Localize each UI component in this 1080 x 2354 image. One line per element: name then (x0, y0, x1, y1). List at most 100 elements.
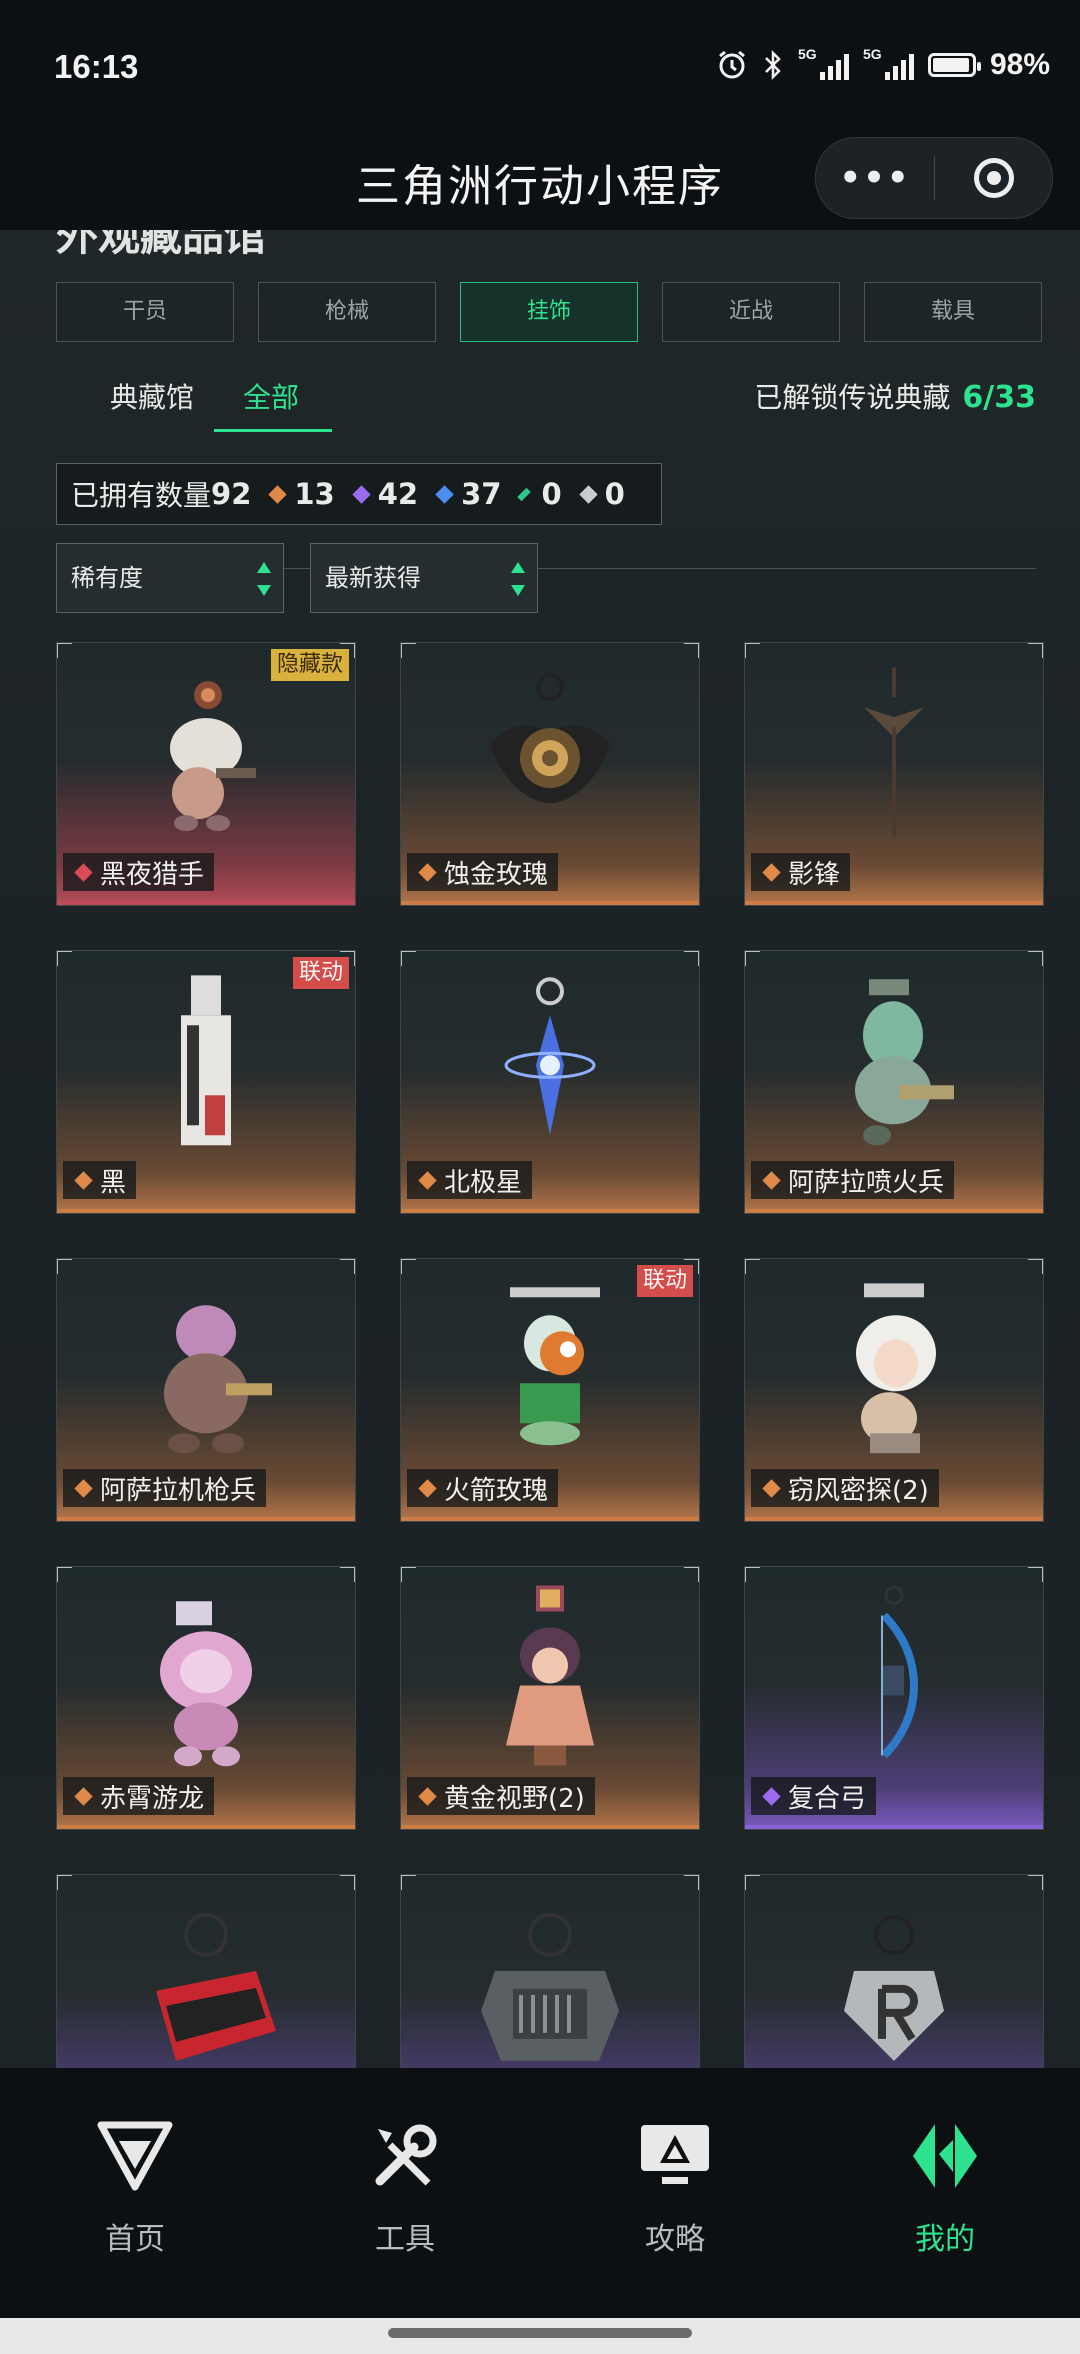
charm-card[interactable]: 阿萨拉机枪兵 (56, 1258, 356, 1522)
charm-name: 蚀金玫瑰 (444, 859, 549, 890)
charm-name: 复合弓 (788, 1783, 867, 1814)
charm-name: 赤霄游龙 (100, 1783, 205, 1814)
charm-card[interactable]: 影锋 (744, 642, 1044, 906)
charm-name-label: 黑 (63, 1161, 137, 1199)
star-charm-icon (500, 975, 600, 1159)
rarity-gem-icon (74, 1170, 93, 1190)
charm-card[interactable]: 阿萨拉喷火兵 (744, 950, 1044, 1214)
charm-card[interactable] (56, 1874, 356, 2068)
flamethrower-charm-icon (829, 975, 959, 1159)
blade-charm-icon (854, 667, 934, 851)
charm-card[interactable]: 窃风密探(2) (744, 1258, 1044, 1522)
rarity-gem-icon (74, 862, 93, 882)
tab-charms[interactable]: 挂饰 (460, 282, 638, 342)
legendary-unlock-status: 已解锁传说典藏 6/33 (754, 365, 1036, 431)
subtab-collection[interactable]: 典藏馆 (110, 365, 194, 431)
system-home-bar (0, 2318, 1080, 2354)
charm-name-label: 阿萨拉机枪兵 (63, 1469, 267, 1507)
status-time: 16:13 (54, 48, 139, 85)
gray-count: 0 (604, 477, 625, 511)
red-box-charm-icon (126, 1911, 286, 2068)
charm-name: 黑夜猎手 (100, 859, 205, 890)
rocket-rose-charm-icon (480, 1283, 620, 1467)
charm-name-label: 赤霄游龙 (63, 1777, 215, 1815)
golden-vision-charm-icon (490, 1585, 610, 1779)
gold-rose-charm-icon (480, 673, 620, 847)
rarity-gem-icon (418, 1170, 437, 1190)
blue-rarity-icon (435, 484, 454, 504)
rarity-gem-icon (418, 862, 437, 882)
charm-card[interactable]: 赤霄游龙 (56, 1566, 356, 1830)
dragon-charm-icon (146, 1591, 266, 1775)
close-button[interactable] (935, 158, 1052, 198)
charm-card[interactable]: 北极星 (400, 950, 700, 1214)
item-tag-badge: 隐藏款 (270, 649, 349, 681)
subtab-all[interactable]: 全部 (243, 365, 299, 431)
charm-card[interactable] (744, 1874, 1044, 2068)
charm-card[interactable]: 黄金视野(2) (400, 1566, 700, 1830)
charm-name-label: 影锋 (751, 853, 851, 891)
charm-name: 阿萨拉喷火兵 (788, 1167, 945, 1198)
bottom-nav: 首页 工具 攻略 我的 (0, 2068, 1080, 2318)
orange-count: 13 (294, 477, 335, 511)
nav-tools[interactable]: 工具 (270, 2118, 540, 2258)
profile-logo-icon (810, 2118, 1080, 2194)
tab-firearms[interactable]: 枪械 (258, 282, 436, 342)
collection-content[interactable]: 外观藏品馆 干员 枪械 挂饰 近战 载具 典藏馆 全部 已解锁传说典藏 6/33 … (0, 230, 1080, 2068)
miniprogram-capsule: ••• (815, 137, 1053, 219)
bluetooth-icon (765, 49, 781, 81)
crate-charm-icon (465, 1911, 635, 2068)
spy-charm-icon (834, 1283, 954, 1467)
charm-card[interactable] (400, 1874, 700, 2068)
guide-monitor-icon (540, 2118, 810, 2194)
item-tag-badge: 联动 (292, 957, 349, 989)
rarity-gem-icon (418, 1786, 437, 1806)
more-button[interactable]: ••• (816, 138, 934, 218)
status-bar: 16:13 5G 5G 98% (0, 0, 1080, 140)
rarity-gem-icon (762, 862, 781, 882)
signal-icon: 5G (863, 46, 914, 80)
nav-home[interactable]: 首页 (0, 2118, 270, 2258)
rarity-gem-icon (418, 1478, 437, 1498)
category-tabs: 干员 枪械 挂饰 近战 载具 (56, 282, 1042, 342)
sub-tabs: 典藏馆 全部 已解锁传说典藏 6/33 (56, 365, 1036, 569)
purple-count: 42 (377, 477, 419, 511)
nav-profile[interactable]: 我的 (810, 2118, 1080, 2258)
cat-rider-charm-icon (146, 673, 266, 847)
rarity-gem-icon (762, 1786, 781, 1806)
charm-name: 北极星 (444, 1167, 523, 1198)
charm-card[interactable]: 联动火箭玫瑰 (400, 1258, 700, 1522)
charm-name: 窃风密探(2) (788, 1475, 929, 1506)
letter-r-charm-icon (834, 1911, 954, 2068)
tab-vehicles[interactable]: 载具 (864, 282, 1042, 342)
charm-name-label: 黑夜猎手 (63, 853, 215, 891)
nav-guide[interactable]: 攻略 (540, 2118, 810, 2258)
charm-card[interactable]: 蚀金玫瑰 (400, 642, 700, 906)
charm-card[interactable]: 复合弓 (744, 1566, 1044, 1830)
charm-card[interactable]: 联动黑 (56, 950, 356, 1214)
sort-arrows-icon (511, 562, 525, 596)
home-indicator[interactable] (388, 2328, 692, 2338)
unlock-label: 已解锁传说典藏 (754, 381, 951, 414)
charm-name: 阿萨拉机枪兵 (100, 1475, 257, 1506)
charm-name-label: 阿萨拉喷火兵 (751, 1161, 955, 1199)
battery-percent: 98% (989, 48, 1050, 81)
item-tag-badge: 联动 (636, 1265, 693, 1297)
charm-name: 黄金视野(2) (444, 1783, 585, 1814)
charm-name-label: 复合弓 (751, 1777, 877, 1815)
charm-name-label: 火箭玫瑰 (407, 1469, 559, 1507)
charm-name-label: 北极星 (407, 1161, 533, 1199)
tools-icon (270, 2118, 540, 2194)
tab-operator[interactable]: 干员 (56, 282, 234, 342)
charm-name-label: 黄金视野(2) (407, 1777, 595, 1815)
green-count: 0 (541, 477, 562, 511)
purple-rarity-icon (352, 484, 371, 504)
acquired-sort-select[interactable]: 最新获得 (310, 543, 538, 613)
sort-arrows-icon (257, 562, 271, 596)
rarity-sort-select[interactable]: 稀有度 (56, 543, 284, 613)
charm-name: 火箭玫瑰 (444, 1475, 549, 1506)
unlock-count: 6/33 (962, 380, 1036, 415)
tab-melee[interactable]: 近战 (662, 282, 840, 342)
charm-card[interactable]: 隐藏款黑夜猎手 (56, 642, 356, 906)
gray-rarity-icon (578, 484, 598, 504)
